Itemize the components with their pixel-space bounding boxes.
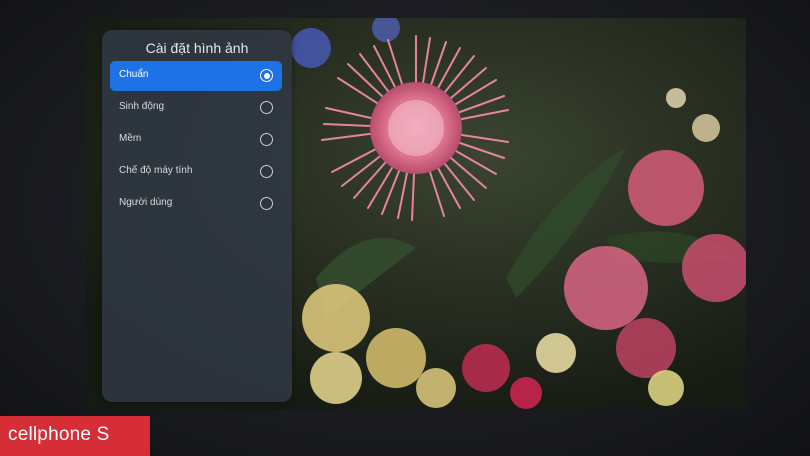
option-label: Mềm xyxy=(119,133,142,144)
watermark-text: cellphone S xyxy=(8,424,110,445)
option-soft[interactable]: Mềm xyxy=(110,125,282,155)
radio-icon[interactable] xyxy=(260,197,273,210)
option-standard[interactable]: Chuẩn xyxy=(110,61,282,91)
option-label: Chuẩn xyxy=(119,69,149,80)
panel-title: Cài đặt hình ảnh xyxy=(145,40,249,56)
picture-settings-panel: Cài đặt hình ảnh Chuẩn Sinh động Mềm Chế… xyxy=(102,30,292,402)
option-label: Người dùng xyxy=(119,197,173,208)
radio-selected-icon[interactable] xyxy=(260,69,273,82)
option-computer-mode[interactable]: Chế độ máy tính xyxy=(110,157,282,187)
option-vivid[interactable]: Sinh động xyxy=(110,93,282,123)
radio-icon[interactable] xyxy=(260,133,273,146)
option-user[interactable]: Người dùng xyxy=(110,189,282,219)
option-label: Sinh động xyxy=(119,101,165,112)
radio-icon[interactable] xyxy=(260,165,273,178)
cellphones-watermark-logo: cellphone S xyxy=(0,416,150,456)
radio-dot-icon xyxy=(263,72,270,79)
radio-icon[interactable] xyxy=(260,101,273,114)
option-label: Chế độ máy tính xyxy=(119,165,193,176)
